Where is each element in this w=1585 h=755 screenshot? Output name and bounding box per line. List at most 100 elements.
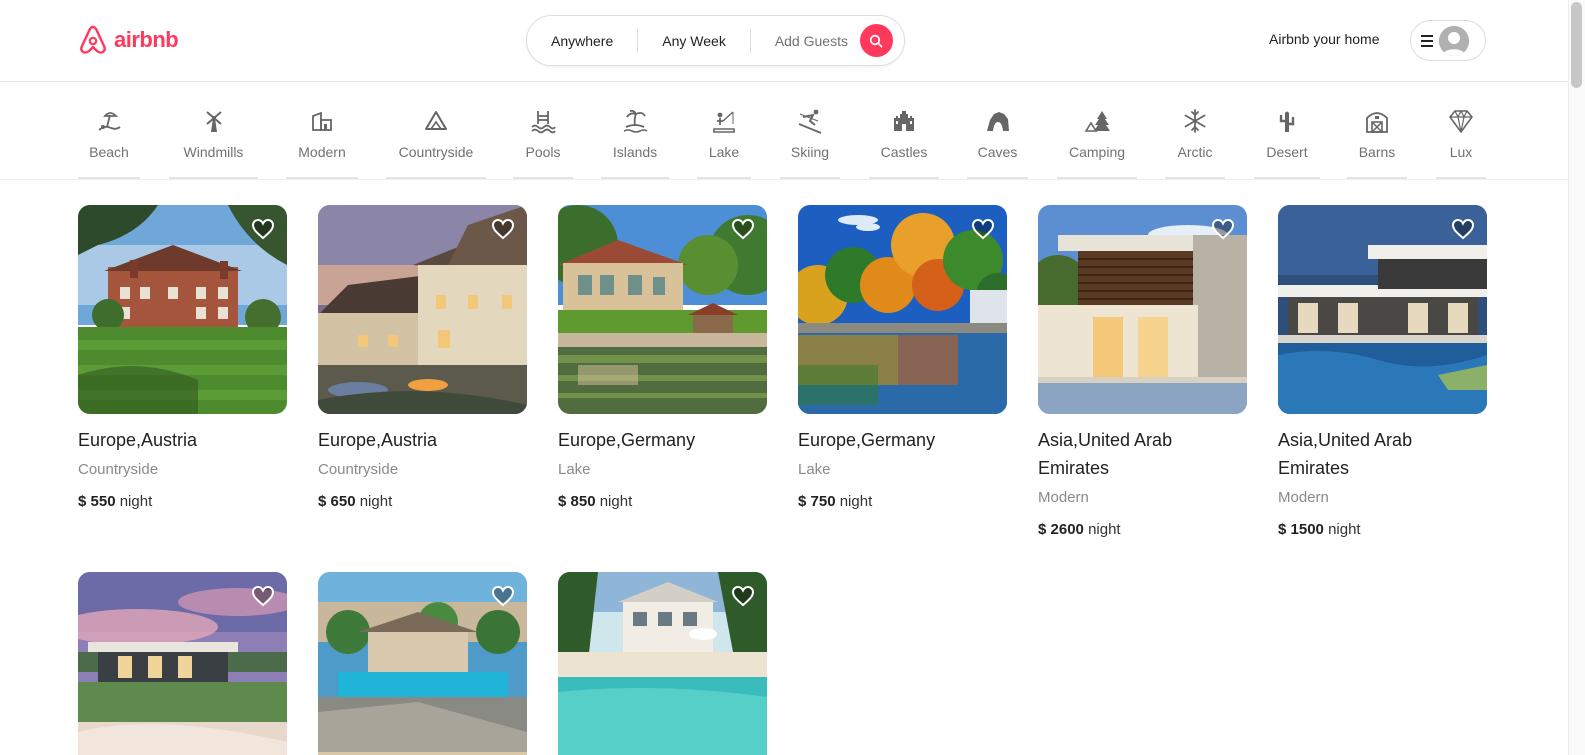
listing-card[interactable]: Europe,Germany Lake $ 750 night [798,205,1007,513]
listing-card[interactable] [318,572,527,755]
listing-card[interactable]: Asia,United Arab Emirates Modern $ 1500 … [1278,205,1487,541]
listing-photo[interactable] [1038,205,1247,414]
listing-category: Lake [798,461,831,478]
listing-card[interactable]: Asia,United Arab Emirates Modern $ 2600 … [1038,205,1247,541]
listing-category: Countryside [78,461,159,478]
category-skiing[interactable]: Skiing [780,107,840,179]
category-label: Castles [880,144,928,160]
listing-price: $ 2600 night [1038,519,1247,541]
category-label: Barns [1358,144,1396,160]
heart-icon[interactable] [1451,217,1475,241]
category-beach[interactable]: Beach [78,107,140,179]
price-unit: night [839,493,873,510]
category-label: Skiing [790,144,830,160]
skiing-icon [796,107,824,135]
category-lux[interactable]: Lux [1436,107,1486,179]
snowflake-icon [1181,107,1209,135]
listing-card[interactable]: Europe,Austria Countryside $ 650 night [318,205,527,513]
category-desert[interactable]: Desert [1254,107,1320,179]
island-icon [621,107,649,135]
search-button[interactable] [859,24,893,57]
listing-photo[interactable] [558,205,767,414]
category-windmills[interactable]: Windmills [169,107,258,179]
heart-icon[interactable] [971,217,995,241]
castle-icon [890,107,918,135]
hamburger-menu-icon [1421,34,1433,47]
listing-location: Europe,Austria [318,430,438,450]
category-underline [1165,177,1225,179]
heart-icon[interactable] [731,217,755,241]
category-arctic[interactable]: Arctic [1165,107,1225,179]
logo-text: airbnb [114,27,179,52]
category-label: Lux [1449,144,1473,160]
top-header: airbnb Anywhere Any Week Add Guests Airb… [0,0,1568,82]
price-amount: $ 850 [558,493,596,510]
listing-photo[interactable] [1278,205,1487,414]
category-underline [869,177,939,179]
listing-photo[interactable] [318,205,527,414]
category-label: Camping [1068,144,1126,160]
category-modern[interactable]: Modern [286,107,358,179]
category-underline [513,177,573,179]
page-scrollbar[interactable] [1568,0,1585,755]
listing-card[interactable] [558,572,767,755]
category-label: Beach [89,144,129,160]
category-lake[interactable]: Lake [697,107,751,179]
mountain-icon [422,107,450,135]
category-barns[interactable]: Barns [1347,107,1407,179]
listing-location: Europe,Germany [558,430,696,450]
diamond-icon [1447,107,1475,135]
category-underline [78,177,140,179]
category-label: Pools [525,144,561,160]
listing-photo[interactable] [798,205,1007,414]
category-label: Modern [298,144,346,160]
listing-photo[interactable] [558,572,767,755]
user-menu-button[interactable] [1410,20,1486,61]
barn-icon [1363,107,1391,135]
price-amount: $ 1500 [1278,521,1324,538]
listing-card[interactable] [78,572,287,755]
search-when[interactable]: Any Week [638,29,750,53]
price-amount: $ 2600 [1038,521,1084,538]
search-guests[interactable]: Add Guests [751,29,860,53]
price-unit: night [1088,521,1121,538]
category-underline [697,177,751,179]
heart-icon[interactable] [251,217,275,241]
listing-card[interactable]: Europe,Austria Countryside $ 550 night [78,205,287,513]
listing-category: Lake [558,461,591,478]
search-where[interactable]: Anywhere [527,29,637,53]
heart-icon[interactable] [491,584,515,608]
category-camping[interactable]: Camping [1057,107,1137,179]
category-underline [780,177,840,179]
heart-icon[interactable] [491,217,515,241]
cave-icon [984,107,1012,135]
price-amount: $ 550 [78,493,116,510]
category-caves[interactable]: Caves [967,107,1028,179]
price-amount: $ 650 [318,493,356,510]
category-countryside[interactable]: Countryside [386,107,486,179]
host-link[interactable]: Airbnb your home [1269,31,1380,47]
camping-icon [1083,107,1111,135]
price-amount: $ 750 [798,493,836,510]
category-underline [169,177,258,179]
heart-icon[interactable] [251,584,275,608]
airbnb-logo[interactable]: airbnb [78,24,179,56]
heart-icon[interactable] [731,584,755,608]
search-icon [870,34,883,47]
category-islands[interactable]: Islands [601,107,669,179]
pool-icon [529,107,557,135]
cactus-icon [1273,107,1301,135]
listing-photo[interactable] [78,205,287,414]
category-label: Desert [1266,144,1308,160]
price-unit: night [1328,521,1361,538]
listing-photo[interactable] [318,572,527,755]
heart-icon[interactable] [1211,217,1235,241]
listing-photo[interactable] [78,572,287,755]
category-castles[interactable]: Castles [869,107,939,179]
category-underline [1057,177,1137,179]
category-label: Countryside [398,144,474,160]
category-pools[interactable]: Pools [513,107,573,179]
search-bar[interactable]: Anywhere Any Week Add Guests [526,15,905,66]
listing-card[interactable]: Europe,Germany Lake $ 850 night [558,205,767,513]
scrollbar-thumb[interactable] [1571,2,1582,88]
